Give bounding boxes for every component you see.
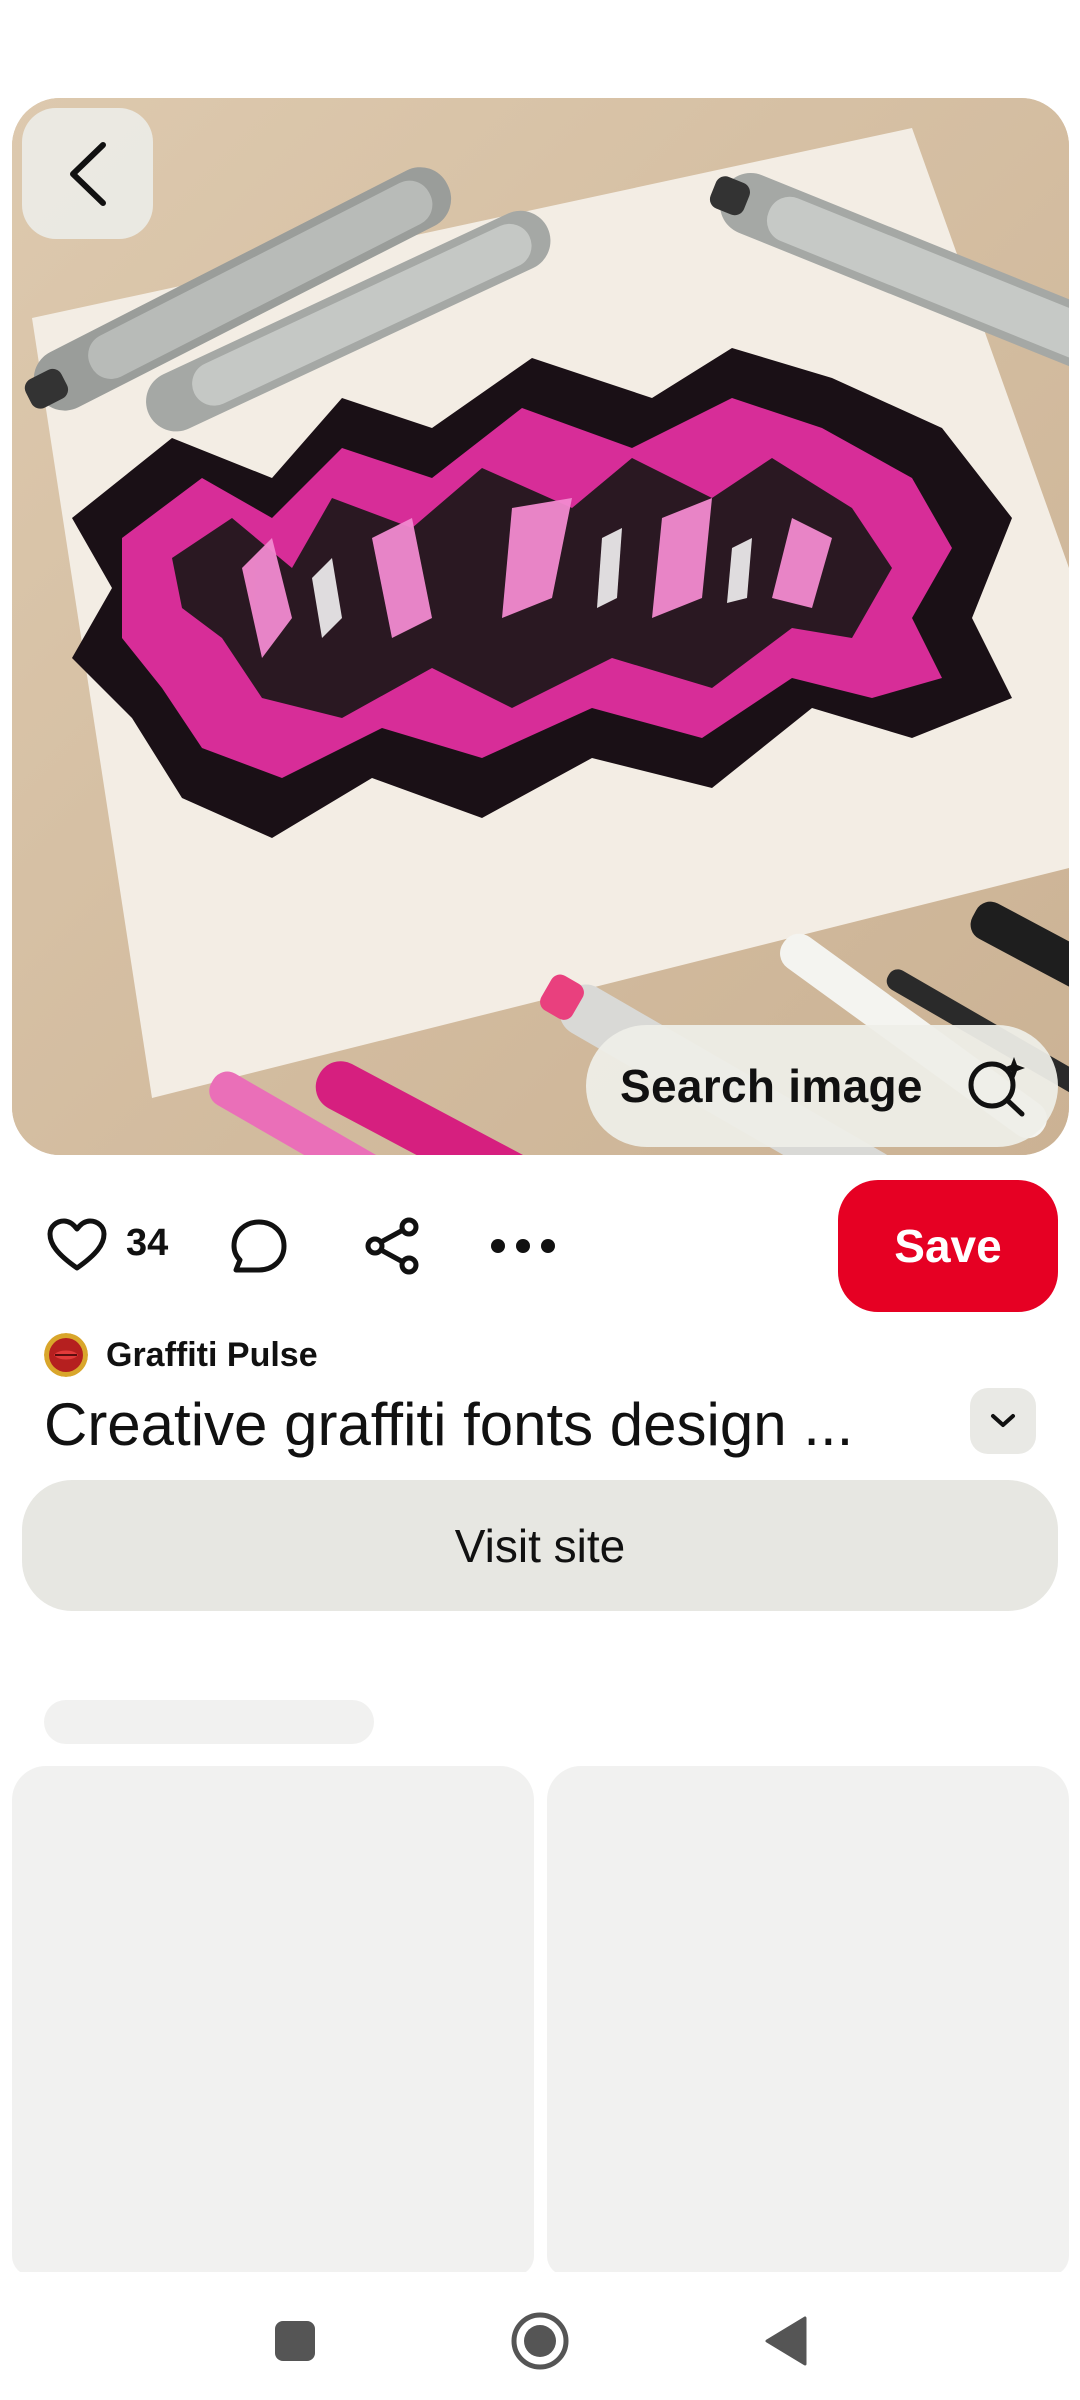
expand-details-button[interactable] [970, 1388, 1036, 1454]
like-button[interactable] [44, 1214, 110, 1276]
square-icon [275, 2321, 315, 2361]
chevron-left-icon [69, 141, 106, 206]
loading-placeholder-line [44, 1700, 374, 1744]
like-count: 34 [126, 1222, 169, 1264]
back-button[interactable] [22, 108, 153, 239]
home-button[interactable] [505, 2306, 575, 2376]
recents-button[interactable] [260, 2306, 330, 2376]
creator-info[interactable]: Graffiti Pulse [44, 1330, 318, 1380]
share-icon [365, 1217, 419, 1275]
creator-avatar-icon [44, 1333, 88, 1377]
visit-site-button[interactable]: Visit site [22, 1480, 1058, 1611]
creator-name: Graffiti Pulse [106, 1335, 318, 1374]
search-image-label: Search image [620, 1060, 923, 1112]
pin-title: Creative graffiti fonts design ... [44, 1391, 854, 1458]
more-options-button[interactable] [488, 1226, 558, 1266]
share-button[interactable] [362, 1216, 422, 1276]
avatar [44, 1333, 88, 1377]
visual-search-icon [968, 1057, 1025, 1117]
circle-home-icon [511, 2312, 569, 2370]
triangle-back-icon [765, 2316, 807, 2366]
more-horizontal-icon [491, 1239, 555, 1253]
comment-button[interactable] [228, 1216, 290, 1278]
comment-icon [231, 1219, 287, 1273]
search-image-button[interactable]: Search image [586, 1025, 1058, 1147]
system-back-button[interactable] [750, 2306, 820, 2376]
save-button[interactable]: Save [838, 1180, 1058, 1312]
chevron-down-icon [991, 1414, 1015, 1427]
pin-detail-screen: Search image 34 Save Graffiti Pulse Crea… [0, 0, 1080, 2400]
loading-placeholder-card [12, 1766, 534, 2276]
loading-placeholder-card [547, 1766, 1069, 2276]
pin-image[interactable] [12, 98, 1069, 1155]
heart-icon [47, 1218, 107, 1271]
graffiti-artwork-image [12, 98, 1069, 1155]
pin-actions-bar: 34 Save [0, 1180, 1080, 1312]
system-navigation-bar [0, 2272, 1080, 2400]
